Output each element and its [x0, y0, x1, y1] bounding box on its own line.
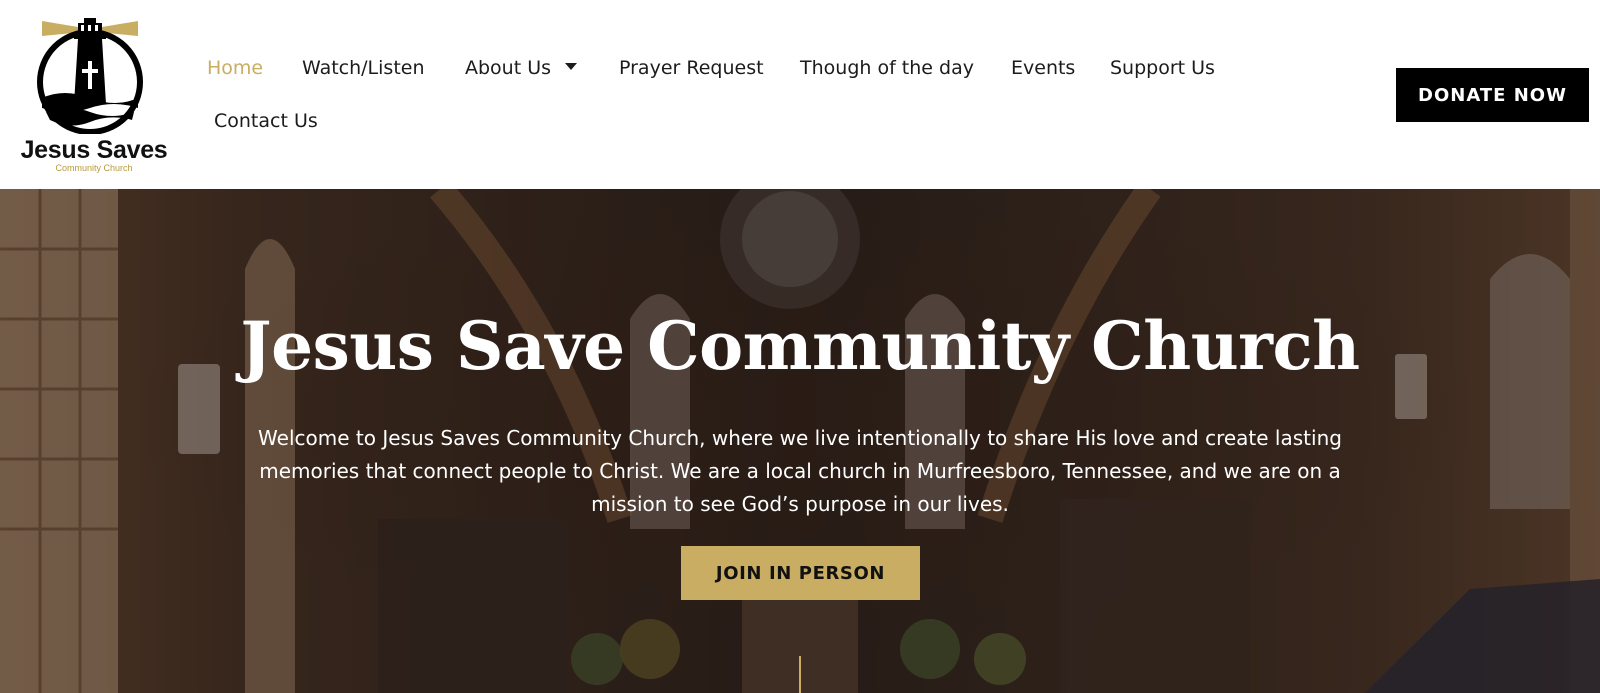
hero-welcome-text: Welcome to Jesus Saves Community Church,… [258, 426, 1342, 516]
nav-item-thought-of-the-day[interactable]: Though of the day [800, 57, 974, 79]
nav-item-support-us[interactable]: Support Us [1110, 57, 1215, 79]
chevron-down-icon[interactable] [565, 63, 578, 70]
nav-item-prayer-request[interactable]: Prayer Request [619, 57, 764, 79]
church-logo[interactable]: Jesus Saves Community Church [10, 16, 172, 176]
nav-item-home[interactable]: Home [207, 57, 263, 79]
nav-item-contact-us[interactable]: Contact Us [214, 110, 318, 132]
nav-item-events[interactable]: Events [1011, 57, 1075, 79]
logo-subtitle: Community Church [55, 163, 133, 173]
hero-title: Jesus Save Community Church [240, 307, 1360, 385]
site-header: Jesus Saves Community Church Home Watch/… [0, 0, 1600, 189]
nav-item-watch-listen[interactable]: Watch/Listen [302, 57, 425, 79]
donate-now-button[interactable]: DONATE NOW [1396, 68, 1589, 122]
scroll-indicator-line [799, 656, 801, 693]
nav-item-about-us[interactable]: About Us [465, 57, 578, 79]
lighthouse-logo-icon [37, 18, 143, 134]
logo-wordmark: Jesus Saves [20, 136, 168, 164]
join-in-person-button[interactable]: JOIN IN PERSON [681, 546, 920, 600]
nav-item-about-us-label: About Us [465, 57, 552, 79]
hero-section: Jesus Save Community Church Welcome to J… [0, 189, 1600, 693]
